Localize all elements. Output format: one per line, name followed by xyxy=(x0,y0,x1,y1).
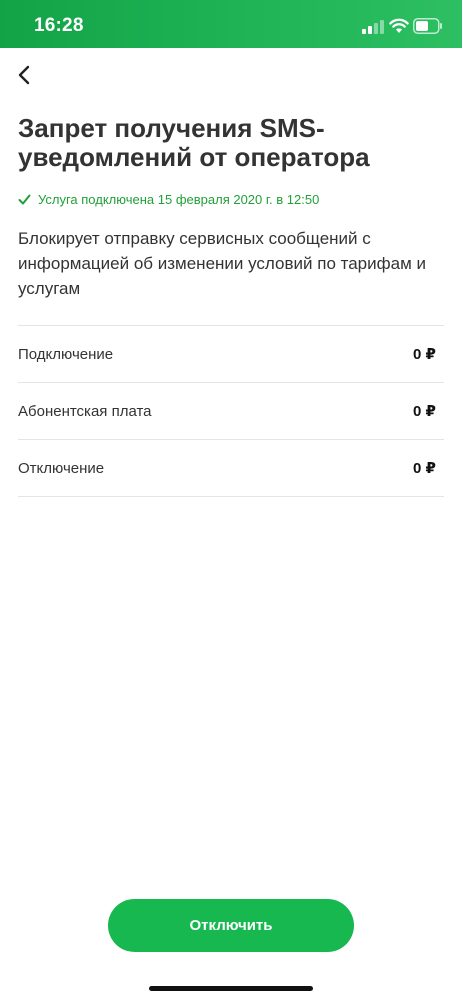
fee-label: Отключение xyxy=(18,459,105,477)
check-icon xyxy=(18,194,31,204)
service-status: Услуга подключена 15 февраля 2020 г. в 1… xyxy=(18,189,319,209)
fee-row-disconnection: Отключение 0 ₽ xyxy=(18,439,444,497)
status-time: 16:28 xyxy=(34,15,84,36)
fee-row-connection: Подключение 0 ₽ xyxy=(18,325,444,382)
fee-label: Абонентская плата xyxy=(18,402,152,420)
fee-value: 0 ₽ xyxy=(413,346,436,363)
page-title: Запрет получения SMS-уведомлений от опер… xyxy=(18,113,370,172)
chevron-left-icon xyxy=(18,65,30,85)
signal-icon xyxy=(362,20,384,34)
disconnect-button[interactable]: Отключить xyxy=(108,899,354,952)
battery-icon xyxy=(413,18,442,34)
wifi-icon xyxy=(389,18,409,33)
service-description: Блокирует отправку сервисных сообщений с… xyxy=(18,229,426,298)
service-status-text: Услуга подключена 15 февраля 2020 г. в 1… xyxy=(38,191,320,207)
fee-value: 0 ₽ xyxy=(413,403,436,420)
status-bar: 16:28 xyxy=(0,0,462,48)
fee-row-subscription: Абонентская плата 0 ₽ xyxy=(18,382,444,439)
home-indicator[interactable] xyxy=(149,986,313,991)
fee-value: 0 ₽ xyxy=(413,460,436,477)
fee-label: Подключение xyxy=(18,345,114,363)
back-button[interactable] xyxy=(10,60,40,90)
